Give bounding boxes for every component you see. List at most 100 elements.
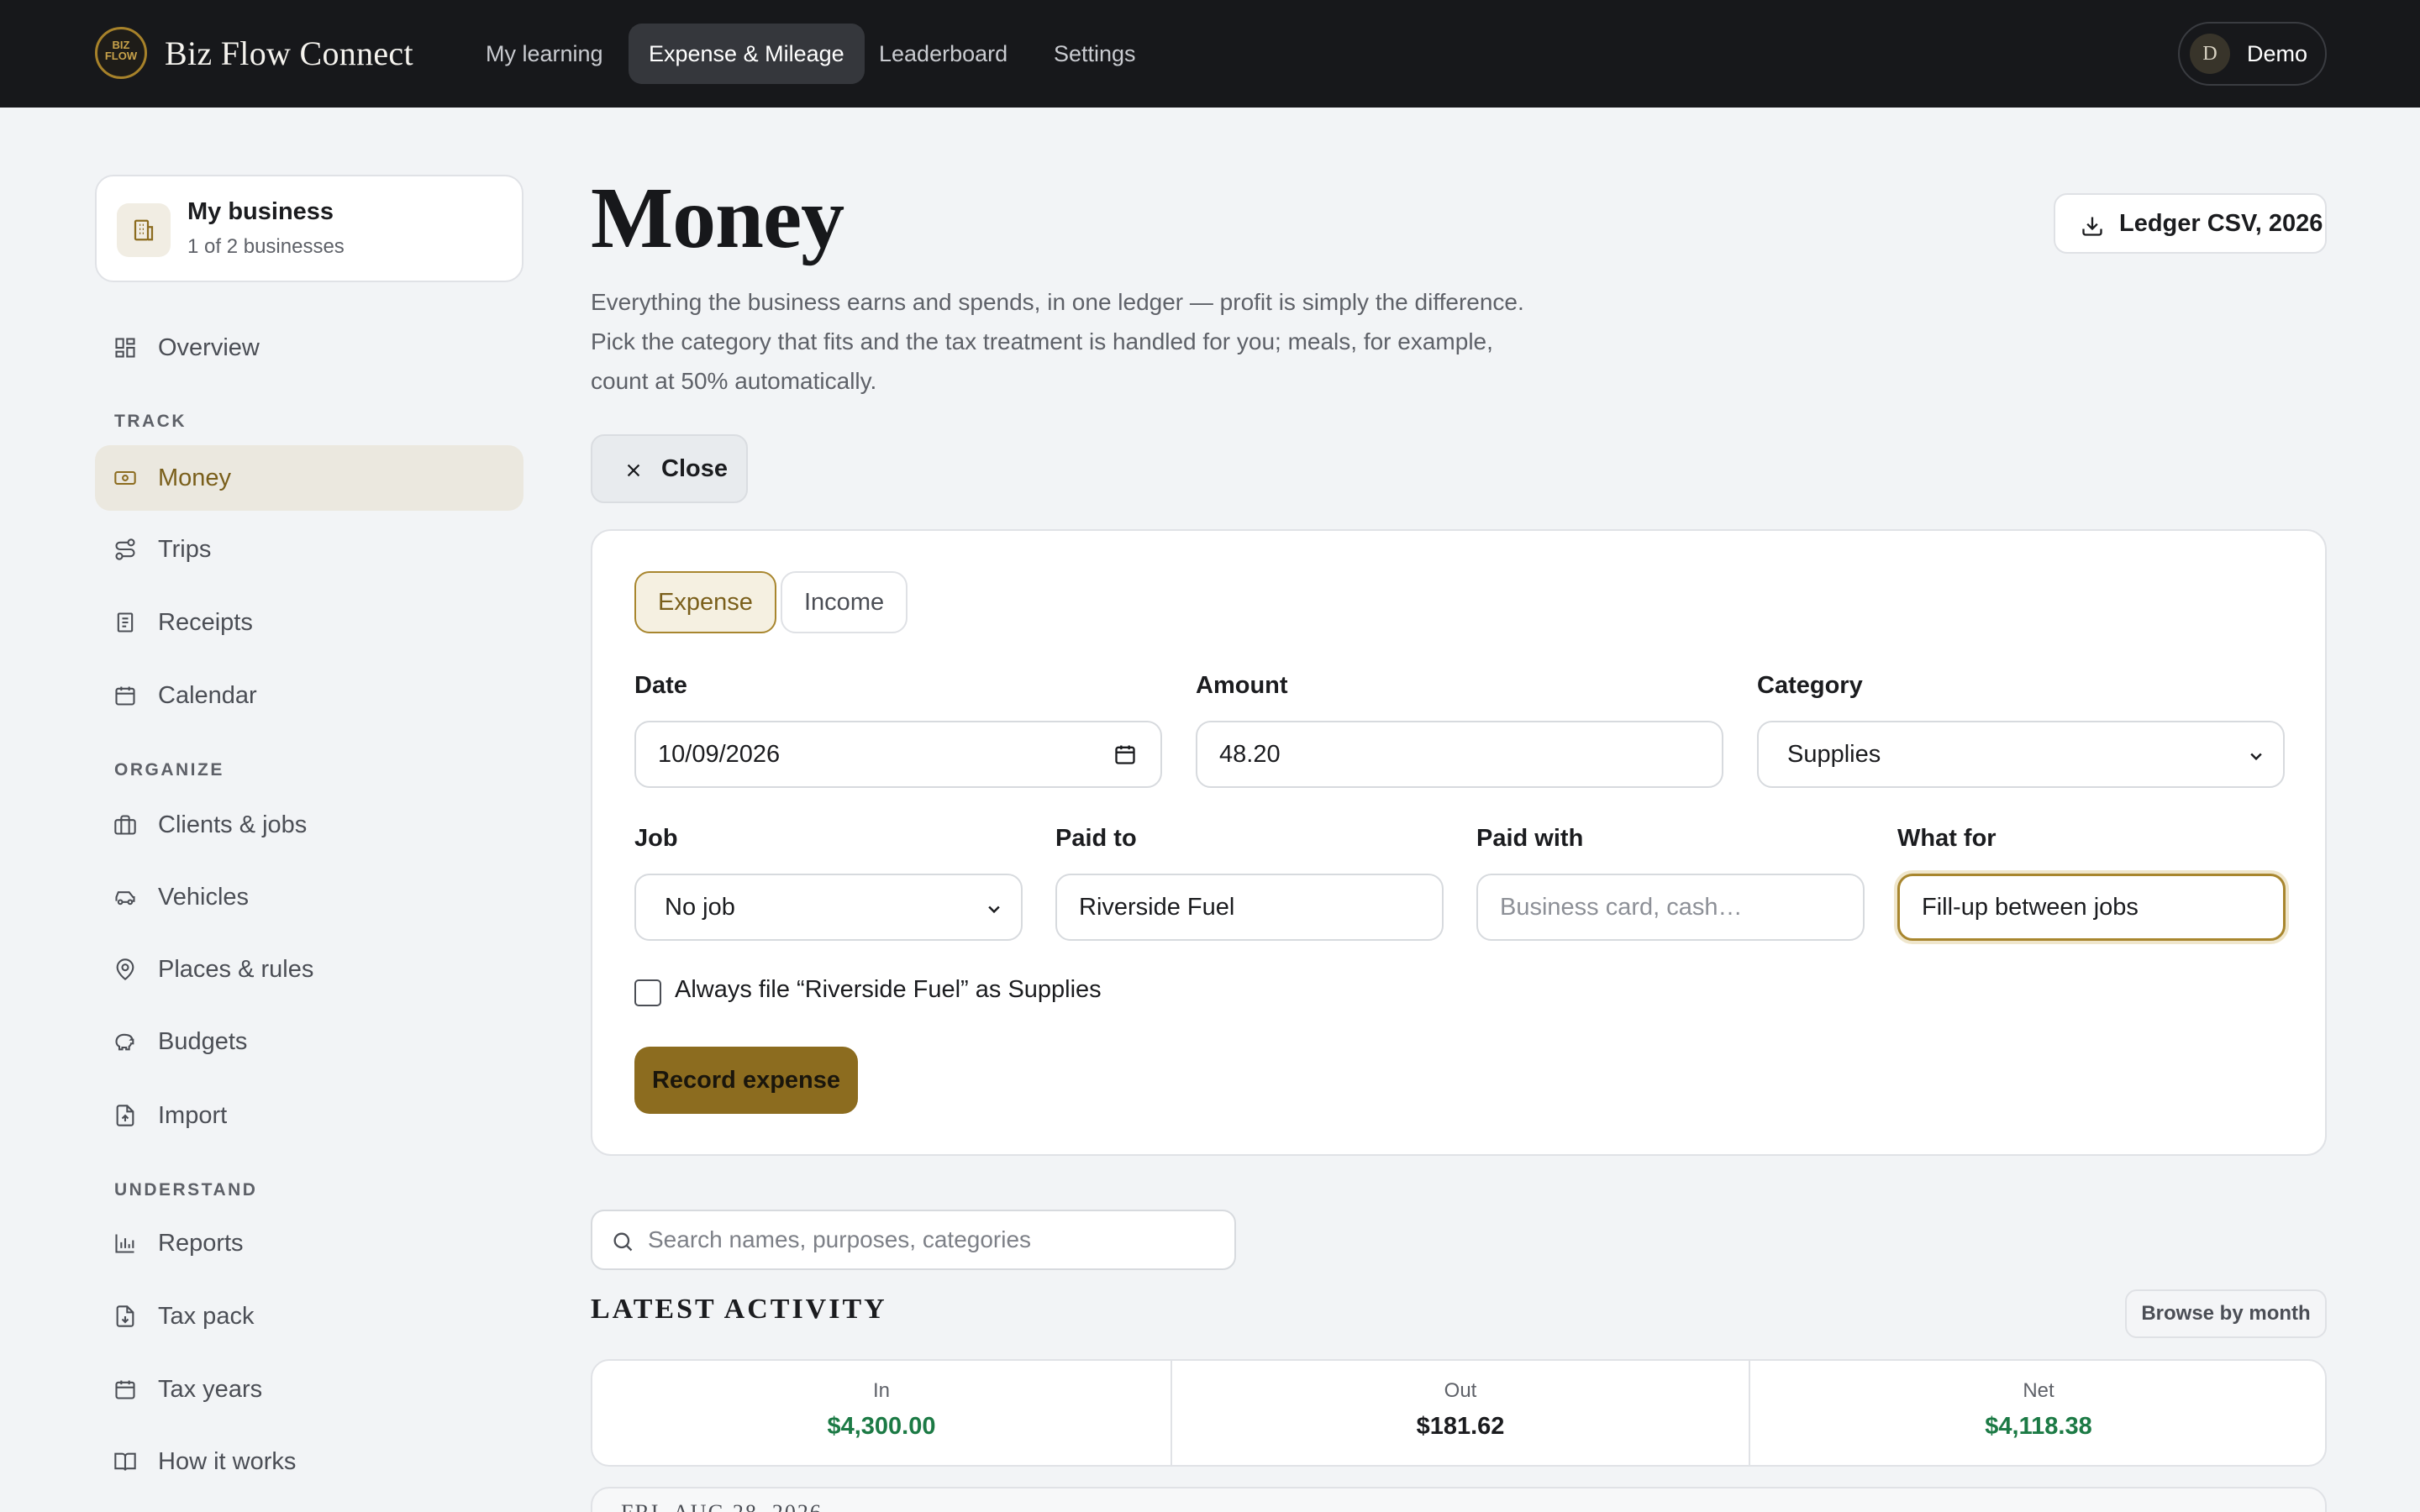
paid-with-field[interactable]: Business card, cash… [1476, 874, 1865, 941]
calendar-icon [115, 686, 135, 706]
building-icon [117, 203, 171, 257]
sidebar-item-label: Import [158, 1102, 228, 1129]
job-value: No job [665, 894, 735, 921]
brand-logo-text: BIZ FLOW [104, 39, 138, 62]
page-description: Everything the business earns and spends… [591, 289, 1524, 394]
sidebar-item-label: Places & rules [158, 956, 314, 983]
sidebar-item-label: Vehicles [158, 884, 250, 911]
page-title: Money [591, 170, 844, 266]
sidebar-item-label: Budgets [158, 1028, 248, 1055]
activity-summary: In $4,300.00 Out $181.62 Net $4,118.38 [591, 1359, 2327, 1467]
summary-in: In $4,300.00 [592, 1361, 1171, 1465]
file-download-icon [116, 1305, 134, 1327]
close-icon [627, 464, 640, 477]
transaction-form: Expense Income Date 10/09/2026 Amount 48… [591, 529, 2327, 1156]
sidebar-item-reports[interactable]: Reports [95, 1210, 523, 1276]
sidebar-item-money[interactable]: Money [95, 445, 523, 511]
paid-with-label: Paid with [1476, 825, 1584, 852]
business-count: 1 of 2 businesses [187, 235, 345, 258]
summary-in-label: In [872, 1379, 890, 1402]
sidebar-item-label: How it works [158, 1448, 297, 1475]
chevron-down-icon [988, 906, 1000, 914]
sidebar-item-calendar[interactable]: Calendar [95, 663, 523, 728]
nav-expense-mileage[interactable]: Expense & Mileage [629, 24, 865, 84]
activity-search-input[interactable]: Search names, purposes, categories [591, 1210, 1236, 1270]
sidebar-item-vehicles[interactable]: Vehicles [95, 864, 523, 930]
summary-net-value: $4,118.38 [1985, 1413, 2092, 1440]
latest-activity-heading: LATEST ACTIVITY [591, 1294, 887, 1325]
what-for-field[interactable]: Fill-up between jobs [1897, 874, 2286, 941]
sidebar-item-tax-pack[interactable]: Tax pack [95, 1284, 523, 1349]
close-button[interactable]: Close [591, 434, 748, 503]
paid-to-value: Riverside Fuel [1079, 894, 1235, 921]
search-placeholder: Search names, purposes, categories [648, 1226, 1032, 1252]
summary-out: Out $181.62 [1171, 1361, 1749, 1465]
sidebar-item-label: Reports [158, 1230, 244, 1257]
job-select[interactable]: No job [634, 874, 1023, 941]
sidebar-item-receipts[interactable]: Receipts [95, 590, 523, 655]
category-select[interactable]: Supplies [1757, 721, 2285, 788]
sidebar-item-label: Money [158, 465, 232, 491]
category-label: Category [1757, 672, 1863, 699]
sidebar-item-label: Clients & jobs [158, 811, 308, 838]
activity-day-heading: FRI, AUG 28, 2026 [621, 1500, 823, 1512]
what-for-value: Fill-up between jobs [1922, 894, 2139, 921]
sidebar-item-clients-jobs[interactable]: Clients & jobs [95, 792, 523, 858]
business-switcher[interactable]: My business 1 of 2 businesses [95, 175, 523, 282]
paid-with-placeholder: Business card, cash… [1500, 894, 1743, 921]
date-field[interactable]: 10/09/2026 [634, 721, 1162, 788]
grid-icon [115, 338, 135, 358]
tab-income[interactable]: Income [781, 571, 908, 633]
nav-settings[interactable]: Settings [1034, 24, 1156, 84]
sidebar-section-organize: ORGANIZE [114, 760, 224, 780]
brand-name[interactable]: Biz Flow Connect [165, 29, 413, 79]
business-name: My business [187, 198, 334, 225]
always-file-checkbox[interactable] [634, 979, 661, 1006]
sidebar-item-places-rules[interactable]: Places & rules [95, 937, 523, 1002]
sidebar-item-trips[interactable]: Trips [95, 517, 523, 582]
receipt-icon [117, 612, 134, 633]
amount-field[interactable]: 48.20 [1196, 721, 1723, 788]
always-file-label[interactable]: Always file “Riverside Fuel” as Supplies [675, 976, 1102, 1004]
car-icon [115, 891, 135, 906]
sidebar-item-label: Trips [158, 536, 212, 563]
summary-in-value: $4,300.00 [827, 1413, 936, 1440]
tab-expense[interactable]: Expense [634, 571, 776, 633]
sidebar-item-import[interactable]: Import [95, 1083, 523, 1148]
nav-leaderboard[interactable]: Leaderboard [859, 24, 1028, 84]
sidebar-item-label: Receipts [158, 609, 253, 636]
calendar-icon [115, 1380, 135, 1399]
map-pin-icon [116, 958, 134, 980]
sidebar-item-overview[interactable]: Overview [95, 315, 523, 381]
sidebar-section-understand: UNDERSTAND [114, 1180, 258, 1200]
sidebar-item-tax-years[interactable]: Tax years [95, 1357, 523, 1422]
sidebar-item-label: Tax years [158, 1376, 263, 1403]
close-label: Close [661, 455, 728, 482]
paid-to-field[interactable]: Riverside Fuel [1055, 874, 1444, 941]
activity-day-group: FRI, AUG 28, 2026 [591, 1487, 2327, 1512]
sidebar-item-label: Tax pack [158, 1303, 255, 1330]
summary-out-value: $181.62 [1416, 1413, 1505, 1440]
summary-net: Net $4,118.38 [1749, 1361, 2327, 1465]
banknote-icon [114, 470, 136, 486]
what-for-label: What for [1897, 825, 1996, 852]
job-label: Job [634, 825, 678, 852]
nav-my-learning[interactable]: My learning [466, 24, 623, 84]
calendar-picker-icon[interactable] [1113, 743, 1137, 766]
sidebar-item-label: Calendar [158, 682, 257, 709]
search-icon [613, 1232, 633, 1252]
piggy-bank-icon [115, 1033, 134, 1051]
top-nav-bar: BIZ FLOW Biz Flow Connect My learning Ex… [0, 0, 2420, 108]
sidebar-item-how-it-works[interactable]: How it works [95, 1429, 523, 1494]
date-value: 10/09/2026 [658, 741, 781, 768]
summary-net-label: Net [2023, 1379, 2054, 1402]
browse-by-month-button[interactable]: Browse by month [2125, 1289, 2327, 1338]
date-label: Date [634, 672, 687, 699]
record-expense-button[interactable]: Record expense [634, 1047, 858, 1114]
brand-logo[interactable]: BIZ FLOW [95, 27, 147, 79]
ledger-csv-label: Ledger CSV, 2026 [2119, 210, 2323, 237]
user-menu-button[interactable]: D Demo [2178, 22, 2327, 86]
sidebar-item-budgets[interactable]: Budgets [95, 1009, 523, 1074]
category-value: Supplies [1787, 741, 1881, 768]
ledger-csv-button[interactable]: Ledger CSV, 2026 [2054, 193, 2327, 254]
